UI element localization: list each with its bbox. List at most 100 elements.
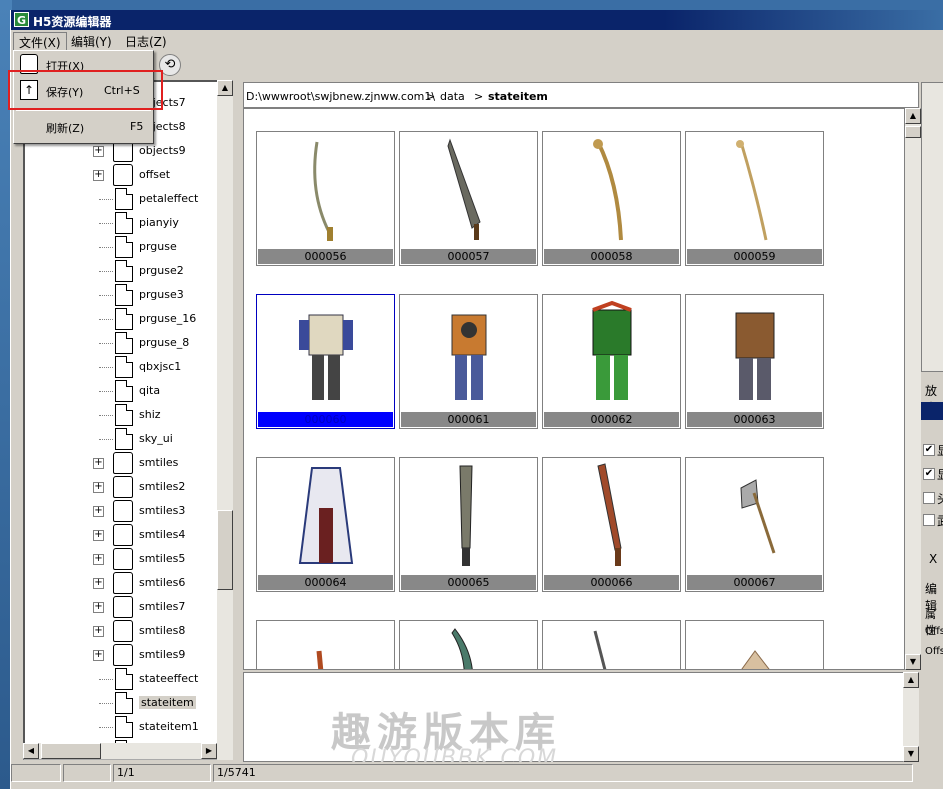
scroll-left-icon[interactable]: ◀ (23, 743, 39, 759)
tree-scroll-thumb[interactable] (217, 510, 233, 590)
grid-vertical-scrollbar[interactable]: ▲ ▼ (905, 108, 921, 670)
armor-brown-image (735, 312, 775, 400)
tree-node[interactable]: stateitem1 (25, 716, 225, 740)
offset-row[interactable]: Offs (925, 646, 943, 657)
expand-icon[interactable]: + (93, 578, 104, 589)
tree-node[interactable]: + smtiles (25, 452, 225, 476)
file-icon (115, 188, 133, 210)
thumbnail-cell[interactable]: 000063 (685, 294, 824, 429)
expand-icon[interactable]: + (93, 530, 104, 541)
thumbnail-cell[interactable]: 000058 (542, 131, 681, 266)
checkbox-head[interactable] (923, 492, 935, 504)
expand-icon[interactable]: + (93, 458, 104, 469)
tree-vertical-scrollbar[interactable]: ▲ (217, 80, 233, 760)
breadcrumb-separator: > (474, 90, 484, 103)
expand-icon[interactable]: + (93, 482, 104, 493)
scroll-down-icon[interactable]: ▼ (905, 654, 921, 670)
expand-icon[interactable]: + (93, 146, 104, 157)
expand-icon[interactable]: + (93, 650, 104, 661)
tree-node[interactable]: + smtiles9 (25, 644, 225, 668)
tree-node[interactable]: stateeffect (25, 668, 225, 692)
thumbnail-cell[interactable]: 000066 (542, 457, 681, 592)
thumbnail-cell[interactable] (685, 620, 824, 669)
tree-node[interactable]: qbxjsc1 (25, 356, 225, 380)
thumbnail-cell[interactable]: 000064 (256, 457, 395, 592)
expand-icon[interactable]: + (93, 554, 104, 565)
checkbox-label: 显 (937, 442, 943, 459)
breadcrumb-data[interactable]: data (440, 90, 465, 103)
breadcrumb-root[interactable]: D:\wwwroot\swjbnew.zjnww.com1\ (246, 90, 435, 103)
staff-image (593, 139, 623, 241)
tree-node[interactable]: sky_ui (25, 428, 225, 452)
scroll-right-icon[interactable]: ▶ (201, 743, 217, 759)
sword-curved-image (313, 141, 333, 241)
tree-node[interactable]: pianyiy (25, 212, 225, 236)
tree-node[interactable]: + smtiles3 (25, 500, 225, 524)
tree-node[interactable]: prguse3 (25, 284, 225, 308)
thumbnail-cell[interactable]: 000065 (399, 457, 538, 592)
checkbox-show-1[interactable]: ✔ (923, 444, 935, 456)
thumbnail-cell[interactable]: 000057 (399, 131, 538, 266)
expand-icon[interactable]: + (93, 170, 104, 181)
scroll-up-icon[interactable]: ▲ (217, 80, 233, 96)
tree-node[interactable]: + smtiles4 (25, 524, 225, 548)
menu-edit[interactable]: 编辑(Y) (66, 32, 117, 51)
tree-node-label: smtiles4 (139, 528, 186, 541)
expand-icon[interactable]: + (93, 626, 104, 637)
tree-node[interactable]: + smtiles6 (25, 572, 225, 596)
tree-node-label: smtiles2 (139, 480, 186, 493)
menu-log[interactable]: 日志(Z) (120, 32, 172, 51)
folder-icon (113, 572, 133, 594)
tree-node[interactable]: shiz (25, 404, 225, 428)
scroll-up-icon[interactable]: ▲ (903, 672, 919, 688)
tree-hscroll-thumb[interactable] (41, 743, 101, 759)
tree-node[interactable]: + smtiles8 (25, 620, 225, 644)
directory-tree[interactable]: +objects7+objects8+objects9+offsetpetale… (23, 80, 233, 760)
expand-icon[interactable]: + (93, 602, 104, 613)
status-cell-blank (63, 764, 111, 782)
x-label: X (929, 552, 938, 566)
preview-vertical-scrollbar[interactable]: ▲ ▼ (903, 672, 919, 762)
tree-node[interactable]: prguse (25, 236, 225, 260)
thumbnail-caption: 000061 (401, 412, 536, 427)
tree-horizontal-scrollbar[interactable]: ◀ ▶ (23, 743, 233, 759)
folder-icon (113, 620, 133, 642)
tree-node[interactable]: qita (25, 380, 225, 404)
expand-icon[interactable]: + (93, 506, 104, 517)
tree-node-label: prguse_16 (139, 312, 197, 325)
tree-connector (99, 247, 113, 248)
tree-node-label: prguse2 (139, 264, 184, 277)
tree-node[interactable]: stateitem (25, 692, 225, 716)
grid-scroll-thumb[interactable] (905, 126, 921, 138)
thumbnail-cell[interactable]: 000059 (685, 131, 824, 266)
staff-thin-image (736, 140, 768, 241)
menu-item-refresh[interactable]: 刷新(Z) F5 (14, 115, 153, 139)
thumbnail-cell[interactable] (542, 620, 681, 669)
scroll-up-icon[interactable]: ▲ (905, 108, 921, 124)
tree-node-label: qita (139, 384, 161, 397)
blade-green-image (451, 628, 473, 669)
tree-node[interactable]: + offset (25, 164, 225, 188)
thumbnail-cell[interactable] (399, 620, 538, 669)
tree-node[interactable]: prguse_16 (25, 308, 225, 332)
thumbnail-cell[interactable]: 000061 (399, 294, 538, 429)
scroll-down-icon[interactable]: ▼ (903, 746, 919, 762)
checkbox-weapon[interactable] (923, 514, 935, 526)
file-icon (115, 260, 133, 282)
tree-node[interactable]: + smtiles7 (25, 596, 225, 620)
thumbnail-cell[interactable]: 000062 (542, 294, 681, 429)
armor-orange-image (451, 314, 487, 400)
tree-node[interactable]: + smtiles2 (25, 476, 225, 500)
thumbnail-cell[interactable]: 000056 (256, 131, 395, 266)
tree-node[interactable]: + smtiles5 (25, 548, 225, 572)
tree-node[interactable]: prguse_8 (25, 332, 225, 356)
thumbnail-cell[interactable] (256, 620, 395, 669)
menu-file[interactable]: 文件(X) (13, 32, 67, 52)
tree-node[interactable]: petaleffect (25, 188, 225, 212)
thumbnail-cell[interactable]: 000060 (256, 294, 395, 429)
offset-row[interactable]: Offs (925, 626, 943, 637)
checkbox-show-2[interactable]: ✔ (923, 468, 935, 480)
thumbnail-cell[interactable]: 000067 (685, 457, 824, 592)
tree-connector (99, 223, 113, 224)
tree-node[interactable]: prguse2 (25, 260, 225, 284)
